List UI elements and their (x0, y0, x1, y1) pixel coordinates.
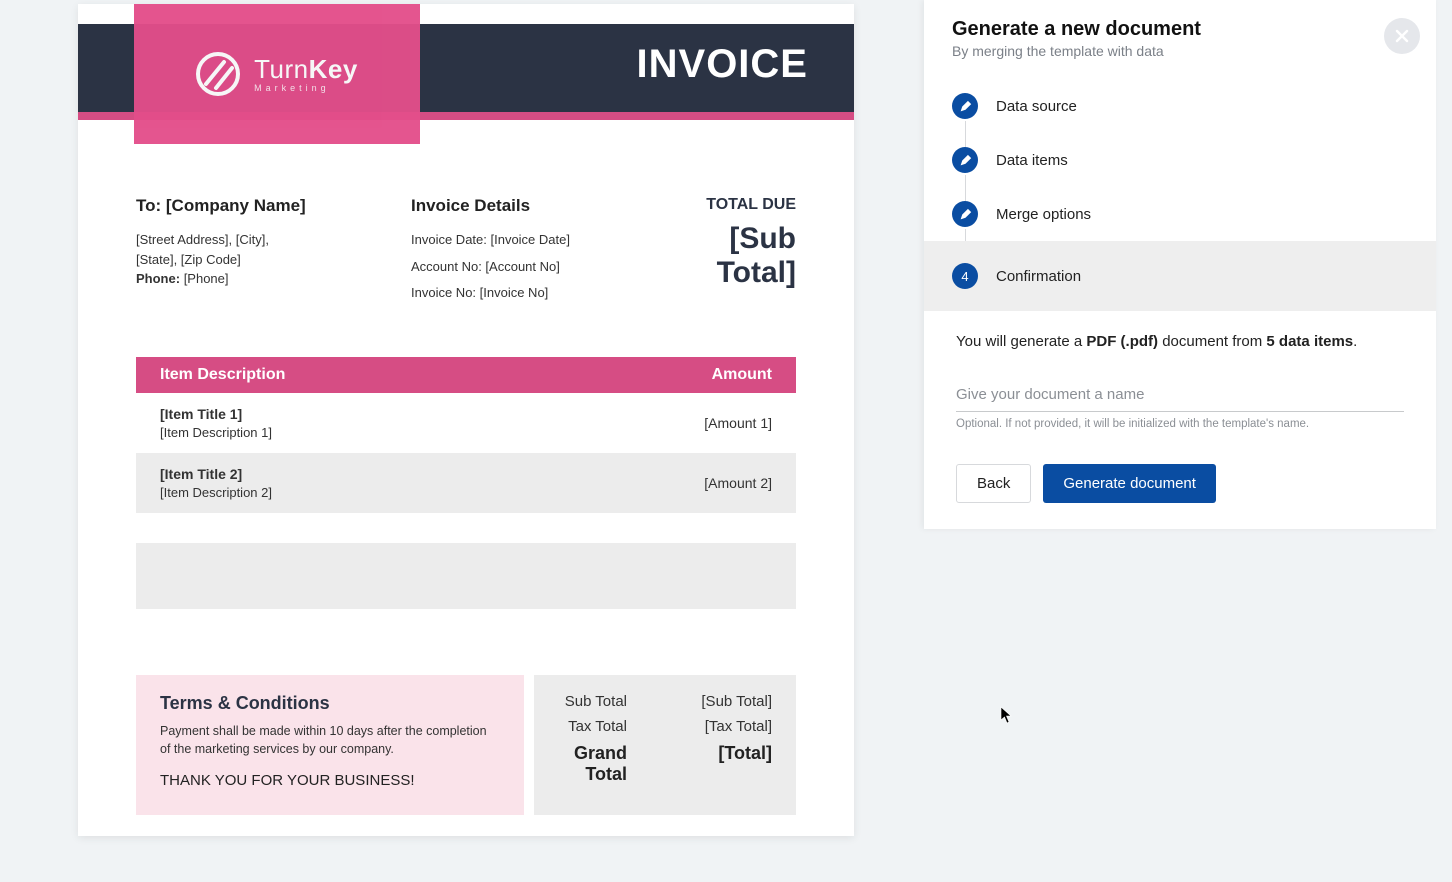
subtotal-label: Sub Total (558, 693, 677, 710)
pencil-icon (959, 154, 972, 167)
item-amount: [Amount 2] (704, 475, 772, 491)
invoice-no: Invoice No: [Invoice No] (411, 283, 656, 303)
col-amount: Amount (712, 366, 772, 384)
panel-subtitle: By merging the template with data (952, 43, 1408, 59)
pencil-icon (959, 208, 972, 221)
invoice-document: TurnKey Marketing INVOICE To: [Company N… (78, 4, 854, 836)
grandtotal-value: [Total] (677, 743, 772, 785)
step-data-source[interactable]: Data source (924, 79, 1436, 133)
account-no: Account No: [Account No] (411, 257, 656, 277)
wizard-steps: Data source Data items Merge options 4 C… (924, 75, 1436, 311)
pencil-icon (959, 100, 972, 113)
item-title: [Item Title 2] (160, 466, 704, 482)
brand-name-a: Turn (254, 54, 309, 84)
step-data-items[interactable]: Data items (924, 133, 1436, 187)
item-title: [Item Title 1] (160, 406, 704, 422)
close-button[interactable] (1384, 18, 1420, 54)
col-description: Item Description (160, 366, 712, 384)
invoice-date: Invoice Date: [Invoice Date] (411, 230, 656, 250)
total-due-label: TOTAL DUE (676, 196, 796, 214)
grandtotal-label: Grand Total (558, 743, 677, 785)
item-amount: [Amount 1] (704, 415, 772, 431)
step-number: 4 (961, 269, 968, 284)
document-name-input[interactable] (956, 380, 1404, 412)
confirmation-body: You will generate a PDF (.pdf) document … (924, 311, 1436, 529)
terms-head: Terms & Conditions (160, 693, 500, 714)
total-due-value: [Sub Total] (676, 222, 796, 290)
item-desc: [Item Description 2] (160, 485, 704, 500)
subtotal-value: [Sub Total] (677, 693, 772, 710)
brand-name-b: Key (309, 54, 358, 84)
mouse-cursor-icon (1000, 706, 1014, 724)
close-icon (1394, 28, 1410, 44)
step-badge (952, 147, 978, 173)
spacer-box (136, 543, 796, 609)
step-label: Data source (996, 98, 1077, 115)
invoice-title: INVOICE (637, 42, 808, 87)
generate-document-button[interactable]: Generate document (1043, 464, 1216, 503)
totals-box: Sub Total [Sub Total] Tax Total [Tax Tot… (534, 675, 796, 815)
step-confirmation[interactable]: 4 Confirmation (924, 241, 1436, 311)
brand-tagline: Marketing (254, 84, 358, 93)
items-header: Item Description Amount (136, 357, 796, 393)
phone-label: Phone: (136, 271, 180, 286)
doc-format: PDF (.pdf) (1086, 333, 1158, 350)
item-row: [Item Title 1] [Item Description 1] [Amo… (136, 393, 796, 453)
step-merge-options[interactable]: Merge options (924, 187, 1436, 241)
address-line-2: [State], [Zip Code] (136, 250, 391, 270)
address-line-1: [Street Address], [City], (136, 230, 391, 250)
terms-body: Payment shall be made within 10 days aft… (160, 722, 500, 758)
step-label: Confirmation (996, 268, 1081, 285)
invoice-details-head: Invoice Details (411, 196, 656, 216)
back-button[interactable]: Back (956, 464, 1031, 503)
generate-panel: Generate a new document By merging the t… (924, 0, 1436, 529)
doc-body: To: [Company Name] [Street Address], [Ci… (78, 144, 854, 835)
doc-header: TurnKey Marketing INVOICE (78, 4, 854, 144)
step-label: Merge options (996, 206, 1091, 223)
step-label: Data items (996, 152, 1068, 169)
terms-box: Terms & Conditions Payment shall be made… (136, 675, 524, 815)
step-badge (952, 93, 978, 119)
panel-title: Generate a new document (952, 18, 1408, 41)
to-label: To: [Company Name] (136, 196, 391, 216)
taxtotal-label: Tax Total (558, 718, 677, 735)
step-badge (952, 201, 978, 227)
item-desc: [Item Description 1] (160, 425, 704, 440)
input-help-text: Optional. If not provided, it will be in… (956, 418, 1404, 430)
item-row: [Item Title 2] [Item Description 2] [Amo… (136, 453, 796, 513)
confirmation-text: You will generate a PDF (.pdf) document … (956, 333, 1404, 350)
data-items-count: 5 data items (1266, 333, 1353, 350)
turnkey-logo-icon (196, 52, 240, 96)
phone-value: [Phone] (184, 271, 229, 286)
logo-block: TurnKey Marketing (134, 4, 420, 144)
step-badge: 4 (952, 263, 978, 289)
terms-thanks: THANK YOU FOR YOUR BUSINESS! (160, 772, 500, 789)
taxtotal-value: [Tax Total] (677, 718, 772, 735)
